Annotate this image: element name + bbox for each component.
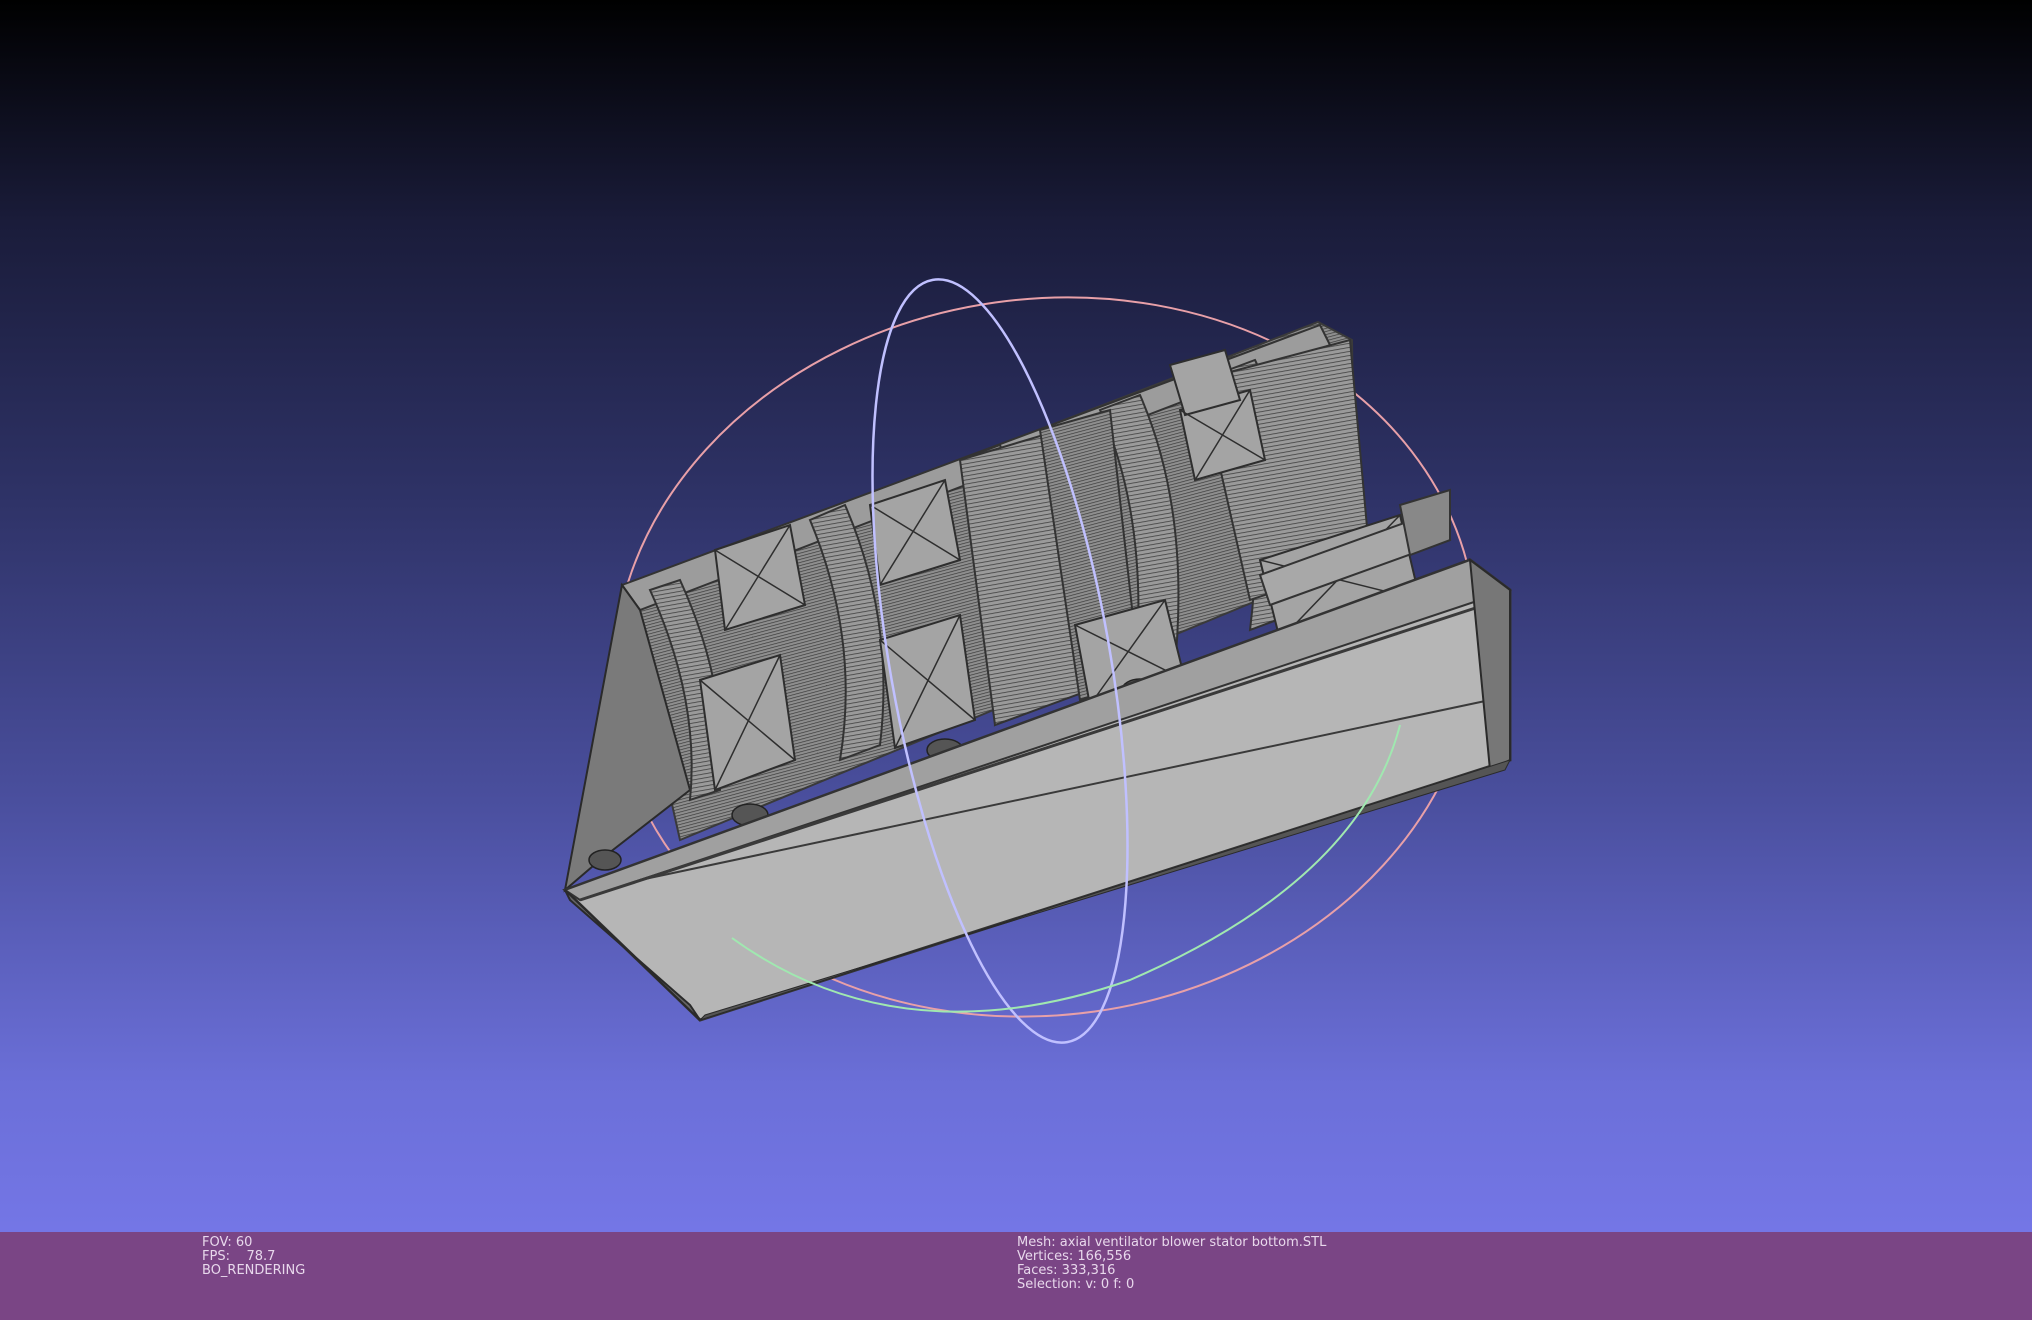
mesh-info: Mesh: axial ventilator blower stator bot… (1017, 1236, 1326, 1292)
stator-mesh (562, 320, 1513, 1022)
selection-label: Selection: v: 0 f: 0 (1017, 1277, 1135, 1292)
faces-label: Faces: 333,316 (1017, 1263, 1116, 1278)
render-mode-label: BO_RENDERING (202, 1263, 306, 1278)
3d-viewport[interactable] (0, 0, 2032, 1232)
status-bar: FOV: 60 FPS: 78.7 BO_RENDERING Mesh: axi… (0, 1232, 2032, 1320)
render-info: FOV: 60 FPS: 78.7 BO_RENDERING (202, 1236, 305, 1278)
mesh-name-label: Mesh: axial ventilator blower stator bot… (1017, 1235, 1327, 1250)
fov-label: FOV: 60 (202, 1235, 253, 1250)
vertices-label: Vertices: 166,556 (1017, 1249, 1132, 1264)
fps-label: FPS: 78.7 (202, 1249, 276, 1264)
mesh-render[interactable] (0, 0, 2032, 1232)
